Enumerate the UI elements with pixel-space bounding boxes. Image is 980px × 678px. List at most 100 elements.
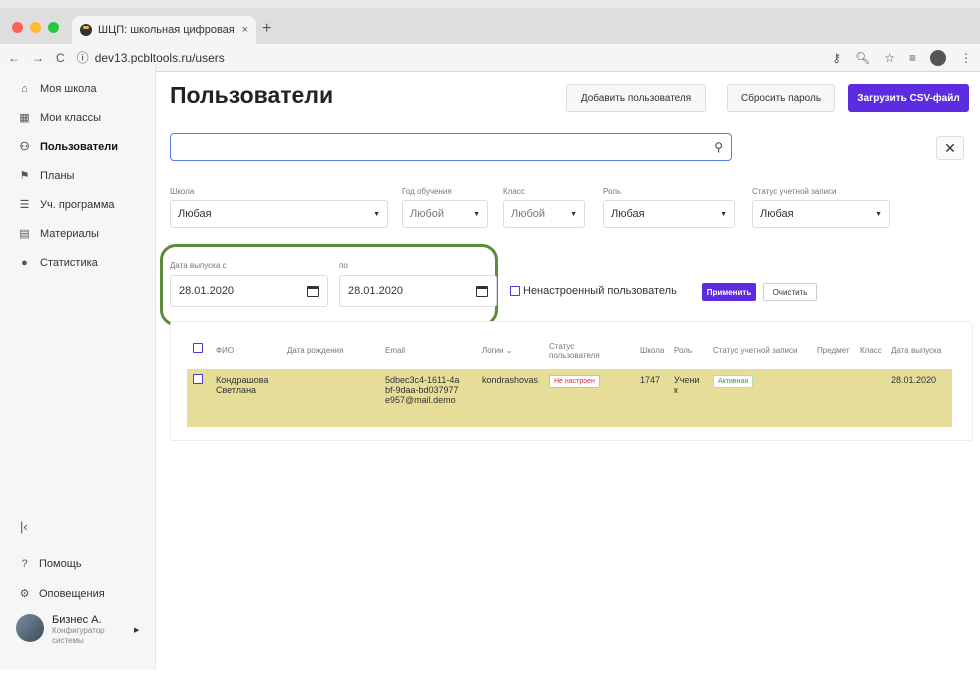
help-icon: ? [21,558,28,570]
year-filter-label: Год обучения [402,187,452,196]
back-icon[interactable]: ← [8,51,20,65]
favicon-icon [80,24,92,36]
sidebar: ⌂ Моя школа ▦ Мои классы ⚇ Пользователи … [0,64,156,670]
column-header-login[interactable]: Логин ⌄ [482,346,512,355]
sidebar-item-statistics[interactable]: ● Статистика [0,248,155,277]
class-filter-label: Класс [503,187,525,196]
role-filter-label: Роль [603,187,622,196]
calendar-icon[interactable] [476,285,488,297]
clear-filters-button[interactable]: Очистить [763,283,817,301]
upload-csv-button[interactable]: Загрузить CSV-файл [848,84,969,112]
search-icon[interactable]: ⚲ [714,140,723,154]
class-select[interactable]: Любой ▼ [503,200,585,228]
browser-tab[interactable]: ШЦП: школьная цифровая пл × [72,16,256,44]
role-select[interactable]: Любая ▼ [603,200,735,228]
document-icon: ▤ [19,227,30,240]
zoom-window-button[interactable] [48,22,59,33]
classes-icon: ▦ [19,111,30,124]
sidebar-item-plans[interactable]: ⚑ Планы [0,161,155,190]
reset-password-button[interactable]: Сбросить пароль [727,84,835,112]
user-role: Конфигуратор системы [52,626,105,645]
grad-from-date-input[interactable]: 28.01.2020 [170,275,328,307]
caret-down-icon: ▼ [720,210,727,218]
checkbox[interactable] [510,286,520,296]
forward-icon[interactable]: → [32,51,44,65]
sidebar-item-users[interactable]: ⚇ Пользователи [0,132,155,161]
sidebar-item-materials[interactable]: ▤ Материалы [0,219,155,248]
reading-list-icon[interactable]: ≡ [909,51,916,65]
window-controls [12,22,59,33]
user-name: Бизнес А. [52,614,102,626]
more-menu-icon[interactable]: ⋮ [960,51,972,65]
school-filter-label: Школа [170,187,195,196]
grad-to-label: по [339,261,348,270]
sidebar-item-curriculum[interactable]: ☰ Уч. программа [0,190,155,219]
chevron-right-icon[interactable]: ▶ [134,626,139,634]
caret-down-icon: ▼ [875,210,882,218]
notifications-link[interactable]: ⚙ Оповещения [18,588,105,600]
url-text: dev13.pcbltools.ru/users [94,50,225,65]
select-all-checkbox[interactable] [193,343,203,353]
unconfigured-user-checkbox[interactable]: Ненастроенный пользователь [510,285,677,297]
column-header-account-status[interactable]: Статус учетной записи [713,346,797,355]
sidebar-item-label: Пользователи [40,140,119,153]
column-header-dob[interactable]: Дата рождения [287,346,343,355]
table-row[interactable]: Кондрашова Светлана 5dbec3c4-1611-4abf-9… [187,369,952,427]
sidebar-item-my-classes[interactable]: ▦ Мои классы [0,103,155,132]
reload-icon[interactable]: C [56,51,65,65]
unconfigured-label: Ненастроенный пользователь [523,285,677,297]
caret-down-icon: ▼ [473,210,480,218]
key-icon[interactable]: ⚷ [832,51,841,65]
sidebar-item-label: Материалы [40,227,99,240]
zoom-icon[interactable]: 🔍︎ [855,51,870,65]
new-tab-button[interactable]: + [262,20,271,38]
sidebar-item-label: Мои классы [40,111,101,124]
tab-close-icon[interactable]: × [242,24,248,36]
sidebar-item-label: Моя школа [40,82,97,95]
add-user-button[interactable]: Добавить пользователя [566,84,706,112]
grad-to-date-input[interactable]: 28.01.2020 [339,275,497,307]
account-status-filter-label: Статус учетной записи [752,187,837,196]
close-icon[interactable]: ✕ [936,136,964,160]
help-link[interactable]: ? Помощь [18,558,81,570]
school-icon: ⌂ [21,82,28,95]
list-icon: ☰ [19,198,30,211]
column-header-email[interactable]: Email [385,346,405,355]
star-icon[interactable]: ☆ [884,51,895,65]
cell-role: Ученик [674,375,700,395]
cell-login: kondrashovas [482,375,539,385]
cell-email: 5dbec3c4-1611-4abf-9daa-bd037977e957@mai… [385,375,460,405]
column-header-subject[interactable]: Предмет [817,346,850,355]
year-select[interactable]: Любой ▼ [402,200,488,228]
column-header-fio[interactable]: ФИО [216,346,234,355]
column-header-role[interactable]: Роль [674,346,692,355]
column-header-user-status[interactable]: Статус пользователя [549,342,609,360]
apply-filters-button[interactable]: Применить [702,283,756,301]
grad-from-label: Дата выпуска с [170,261,227,270]
account-status-select[interactable]: Любая ▼ [752,200,890,228]
user-profile[interactable]: Бизнес А. Конфигуратор системы [16,614,122,646]
info-icon: ● [21,256,28,269]
minimize-window-button[interactable] [30,22,41,33]
notifications-label: Оповещения [39,588,105,600]
collapse-sidebar-button[interactable]: |‹ [20,519,28,534]
grad-to-value: 28.01.2020 [348,285,404,297]
school-select-value: Любая [178,208,212,220]
row-checkbox[interactable] [193,374,203,384]
search-input[interactable]: ⚲ [170,133,732,161]
gear-icon: ⚙ [19,588,30,600]
sidebar-item-label: Планы [40,169,75,182]
user-status-badge: Не настроен [549,375,600,388]
sidebar-item-my-school[interactable]: ⌂ Моя школа [0,74,155,103]
calendar-icon[interactable] [307,285,319,297]
caret-down-icon: ▼ [570,210,577,218]
column-header-school[interactable]: Школа [640,346,664,355]
close-window-button[interactable] [12,22,23,33]
column-header-class[interactable]: Класс [860,346,882,355]
column-header-grad-date[interactable]: Дата выпуска [891,346,941,355]
cell-fio: Кондрашова Светлана [216,375,269,395]
caret-down-icon: ▼ [373,210,380,218]
users-table: ФИО Дата рождения Email Логин ⌄ Статус п… [170,321,973,441]
school-select[interactable]: Любая ▼ [170,200,388,228]
tab-strip: ШЦП: школьная цифровая пл × + [0,8,980,44]
